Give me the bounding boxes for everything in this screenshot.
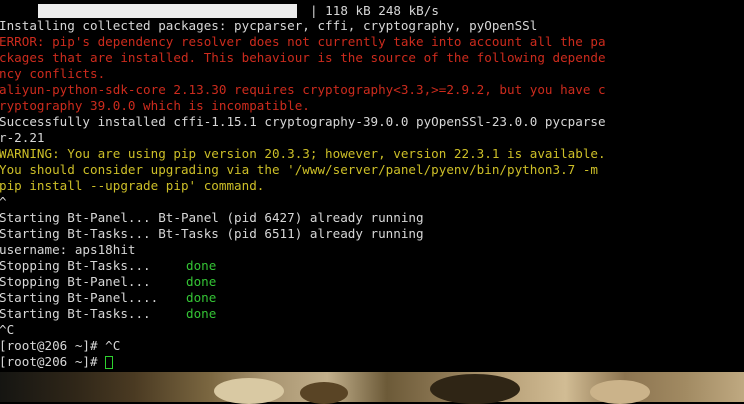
terminal-line-text: ncy conflicts. bbox=[0, 66, 106, 81]
terminal-line: ERROR: pip's dependency resolver does no… bbox=[0, 34, 606, 50]
terminal-line-text: ^ bbox=[0, 194, 7, 209]
terminal-line: Starting Bt-Tasks... done bbox=[0, 306, 216, 322]
terminal-line: Installing collected packages: pycparser… bbox=[0, 18, 537, 34]
terminal-line-text: r-2.21 bbox=[0, 130, 45, 145]
terminal-cursor[interactable] bbox=[105, 356, 114, 369]
terminal-line-text: ryptography 39.0.0 which is incompatible… bbox=[0, 98, 310, 113]
terminal-window[interactable]: | 118 kB 248 kB/s Installing collected p… bbox=[0, 0, 744, 372]
terminal-line: aliyun-python-sdk-core 2.13.30 requires … bbox=[0, 82, 606, 98]
terminal-line: Starting Bt-Panel... Bt-Panel (pid 6427)… bbox=[0, 210, 424, 226]
terminal-line: ryptography 39.0.0 which is incompatible… bbox=[0, 98, 310, 114]
terminal-line: username: aps18hit bbox=[0, 242, 135, 258]
terminal-line-text: ERROR: pip's dependency resolver does no… bbox=[0, 34, 606, 49]
terminal-line: Stopping Bt-Panel... done bbox=[0, 274, 216, 290]
terminal-line: Starting Bt-Tasks... Bt-Tasks (pid 6511)… bbox=[0, 226, 424, 242]
terminal-line-text: Installing collected packages: pycparser… bbox=[0, 18, 538, 33]
terminal-line: ncy conflicts. bbox=[0, 66, 105, 82]
terminal-line: r-2.21 bbox=[0, 130, 45, 146]
terminal-line-text: Starting Bt-Panel.... bbox=[0, 290, 159, 305]
terminal-line-text: username: aps18hit bbox=[0, 242, 136, 257]
download-progress-bar bbox=[38, 4, 297, 18]
terminal-line-text: Stopping Bt-Tasks... bbox=[0, 258, 151, 273]
terminal-line-text: [root@206 ~]# ^C bbox=[0, 338, 121, 353]
terminal-line: ^ bbox=[0, 194, 7, 210]
terminal-line-text: aliyun-python-sdk-core 2.13.30 requires … bbox=[0, 82, 606, 97]
terminal-line-text: Stopping Bt-Panel... bbox=[0, 274, 151, 289]
terminal-line: ^C bbox=[0, 322, 14, 338]
status-done-label: done bbox=[186, 290, 217, 305]
terminal-line-text: Starting Bt-Tasks... Bt-Tasks (pid 6511)… bbox=[0, 226, 424, 241]
terminal-line-text: Starting Bt-Tasks... bbox=[0, 306, 151, 321]
terminal-line: Stopping Bt-Tasks... done bbox=[0, 258, 216, 274]
terminal-line-text: ^C bbox=[0, 322, 15, 337]
terminal-line: Successfully installed cffi-1.15.1 crypt… bbox=[0, 114, 606, 130]
terminal-line-text: Starting Bt-Panel... Bt-Panel (pid 6427)… bbox=[0, 210, 424, 225]
terminal-line-text: ckages that are installed. This behaviou… bbox=[0, 50, 606, 65]
terminal-line: [root@206 ~]# ^C bbox=[0, 338, 120, 354]
terminal-line: [root@206 ~]# bbox=[0, 354, 114, 370]
status-done-label: done bbox=[186, 274, 217, 289]
terminal-line: pip install --upgrade pip' command. bbox=[0, 178, 264, 194]
terminal-line: You should consider upgrading via the '/… bbox=[0, 162, 598, 178]
desktop-wallpaper bbox=[0, 372, 744, 404]
terminal-line: ckages that are installed. This behaviou… bbox=[0, 50, 606, 66]
terminal-line-text: You should consider upgrading via the '/… bbox=[0, 162, 598, 177]
download-progress-text: | 118 kB 248 kB/s bbox=[310, 3, 439, 18]
terminal-line-text: [root@206 ~]# bbox=[0, 354, 106, 369]
status-done-label: done bbox=[186, 258, 217, 273]
status-done-label: done bbox=[186, 306, 217, 321]
terminal-line-text: pip install --upgrade pip' command. bbox=[0, 178, 265, 193]
terminal-line-text: Successfully installed cffi-1.15.1 crypt… bbox=[0, 114, 606, 129]
terminal-line: WARNING: You are using pip version 20.3.… bbox=[0, 146, 606, 162]
terminal-line: Starting Bt-Panel.... done bbox=[0, 290, 216, 306]
terminal-line-text: WARNING: You are using pip version 20.3.… bbox=[0, 146, 606, 161]
